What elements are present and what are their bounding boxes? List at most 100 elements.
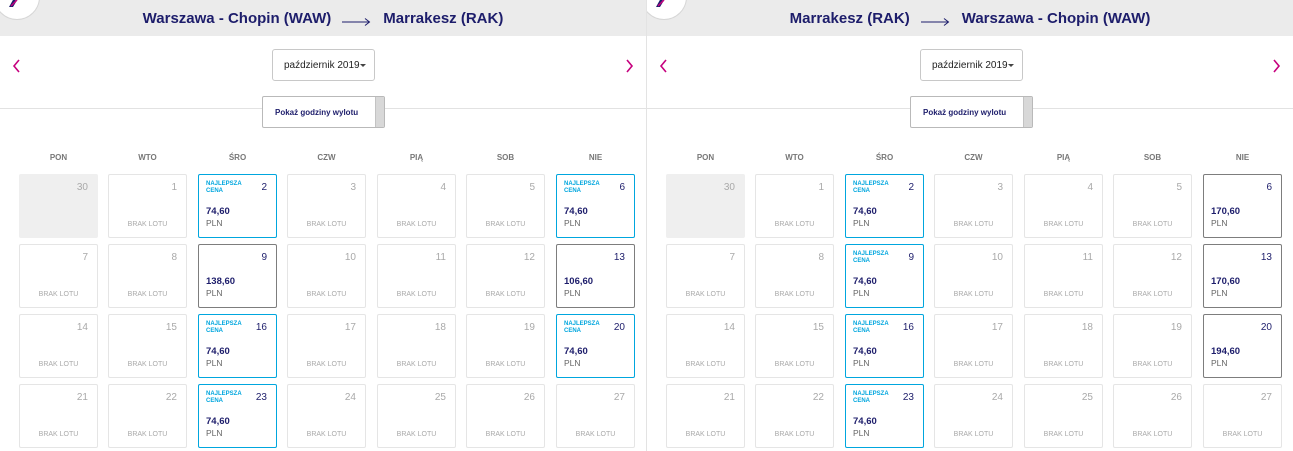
price-currency: PLN: [1211, 358, 1228, 368]
day-number: 12: [523, 252, 535, 263]
route-arrow-icon: [342, 14, 372, 26]
month-select[interactable]: październik 2019: [920, 49, 1023, 81]
weekday-header: PON: [696, 153, 715, 162]
calendar-day: 26 BRAK LOTU: [1113, 384, 1192, 448]
day-number: 16: [902, 322, 914, 333]
calendar-day: 17 BRAK LOTU: [287, 314, 366, 378]
best-price-badge: NAJLEPSZA CENA: [853, 321, 889, 334]
show-departure-times-button[interactable]: Pokaż godziny wylotu: [262, 96, 385, 128]
day-number: 5: [529, 182, 535, 193]
weekday-header: PON: [49, 153, 68, 162]
calendar-day[interactable]: 2 NAJLEPSZA CENA 74,60 PLN: [198, 174, 277, 238]
price-value: 170,60: [1211, 206, 1241, 217]
calendar-day[interactable]: 20 NAJLEPSZA CENA 74,60 PLN: [556, 314, 635, 378]
no-flight-label: BRAK LOTU: [1043, 291, 1084, 298]
price-currency: PLN: [206, 218, 223, 228]
day-number: 15: [165, 322, 177, 333]
best-price-badge: NAJLEPSZA CENA: [564, 321, 600, 334]
calendar-day[interactable]: 9 138,60 PLN: [198, 244, 277, 308]
best-price-badge: NAJLEPSZA CENA: [564, 181, 600, 194]
show-departure-times-label: Pokaż godziny wylotu: [275, 107, 359, 117]
calendar-day[interactable]: 23 NAJLEPSZA CENA 74,60 PLN: [198, 384, 277, 448]
price-value: 74,60: [853, 346, 877, 357]
price-currency: PLN: [1211, 218, 1228, 228]
day-number: 3: [350, 182, 356, 193]
day-number: 27: [613, 392, 625, 403]
price-value: 74,60: [853, 276, 877, 287]
no-flight-label: BRAK LOTU: [38, 361, 79, 368]
day-number: 20: [613, 322, 625, 333]
best-price-badge: NAJLEPSZA CENA: [206, 321, 242, 334]
day-number: 26: [523, 392, 535, 403]
chevron-down-icon: [360, 64, 366, 67]
chevron-right-icon[interactable]: [1269, 57, 1283, 75]
no-flight-label: BRAK LOTU: [685, 361, 726, 368]
calendar-day[interactable]: 13 170,60 PLN: [1203, 244, 1282, 308]
day-number: 24: [991, 392, 1003, 403]
weekday-header: ŚRO: [875, 153, 894, 162]
no-flight-label: BRAK LOTU: [953, 361, 994, 368]
no-flight-label: BRAK LOTU: [774, 221, 815, 228]
weekday-header: NIE: [1235, 153, 1250, 162]
calendar-day: 5 BRAK LOTU: [466, 174, 545, 238]
day-number: 14: [723, 322, 735, 333]
calendar-day[interactable]: 13 106,60 PLN: [556, 244, 635, 308]
route-origin: Warszawa - Chopin (WAW): [142, 9, 332, 27]
price-value: 74,60: [206, 416, 230, 427]
day-number: 8: [818, 252, 824, 263]
day-number: 14: [76, 322, 88, 333]
price-currency: PLN: [206, 358, 223, 368]
day-number: 9: [261, 252, 267, 263]
calendar-day: 7 BRAK LOTU: [666, 244, 745, 308]
no-flight-label: BRAK LOTU: [774, 291, 815, 298]
price-value: 170,60: [1211, 276, 1241, 287]
calendar-day[interactable]: 20 194,60 PLN: [1203, 314, 1282, 378]
price-value: 74,60: [206, 346, 230, 357]
day-number: 13: [613, 252, 625, 263]
price-currency: PLN: [564, 218, 581, 228]
no-flight-label: BRAK LOTU: [306, 221, 347, 228]
no-flight-label: BRAK LOTU: [485, 361, 526, 368]
calendar-day[interactable]: 6 NAJLEPSZA CENA 74,60 PLN: [556, 174, 635, 238]
month-select[interactable]: październik 2019: [272, 49, 375, 81]
toggle-strip: [375, 97, 384, 127]
calendar-day[interactable]: 6 170,60 PLN: [1203, 174, 1282, 238]
calendar-day: 19 BRAK LOTU: [1113, 314, 1192, 378]
price-currency: PLN: [853, 218, 870, 228]
show-departure-times-button[interactable]: Pokaż godziny wylotu: [910, 96, 1033, 128]
price-currency: PLN: [564, 358, 581, 368]
chevron-left-icon[interactable]: [10, 57, 24, 75]
calendar-day: 25 BRAK LOTU: [377, 384, 456, 448]
price-currency: PLN: [564, 288, 581, 298]
day-number: 16: [255, 322, 267, 333]
day-number: 6: [619, 182, 625, 193]
calendar-day: 14 BRAK LOTU: [19, 314, 98, 378]
calendar-day[interactable]: 16 NAJLEPSZA CENA 74,60 PLN: [198, 314, 277, 378]
calendar-day: 21 BRAK LOTU: [666, 384, 745, 448]
price-value: 74,60: [206, 206, 230, 217]
day-number: 21: [723, 392, 735, 403]
best-price-badge: NAJLEPSZA CENA: [853, 181, 889, 194]
no-flight-label: BRAK LOTU: [685, 431, 726, 438]
day-number: 25: [1081, 392, 1093, 403]
day-number: 11: [435, 252, 446, 263]
chevron-left-icon[interactable]: [657, 57, 671, 75]
no-flight-label: BRAK LOTU: [575, 431, 616, 438]
weekday-header: NIE: [588, 153, 603, 162]
calendar-day[interactable]: 2 NAJLEPSZA CENA 74,60 PLN: [845, 174, 924, 238]
price-value: 74,60: [853, 206, 877, 217]
calendar-day: 12 BRAK LOTU: [1113, 244, 1192, 308]
day-number: 8: [171, 252, 177, 263]
no-flight-label: BRAK LOTU: [1222, 431, 1263, 438]
calendar-day[interactable]: 23 NAJLEPSZA CENA 74,60 PLN: [845, 384, 924, 448]
calendar-day: 5 BRAK LOTU: [1113, 174, 1192, 238]
day-number: 6: [1266, 182, 1272, 193]
no-flight-label: BRAK LOTU: [1043, 431, 1084, 438]
calendar-day[interactable]: 9 NAJLEPSZA CENA 74,60 PLN: [845, 244, 924, 308]
day-number: 19: [523, 322, 535, 333]
chevron-right-icon[interactable]: [622, 57, 636, 75]
day-number: 22: [165, 392, 177, 403]
day-number: 23: [902, 392, 914, 403]
calendar-day[interactable]: 16 NAJLEPSZA CENA 74,60 PLN: [845, 314, 924, 378]
price-currency: PLN: [853, 358, 870, 368]
